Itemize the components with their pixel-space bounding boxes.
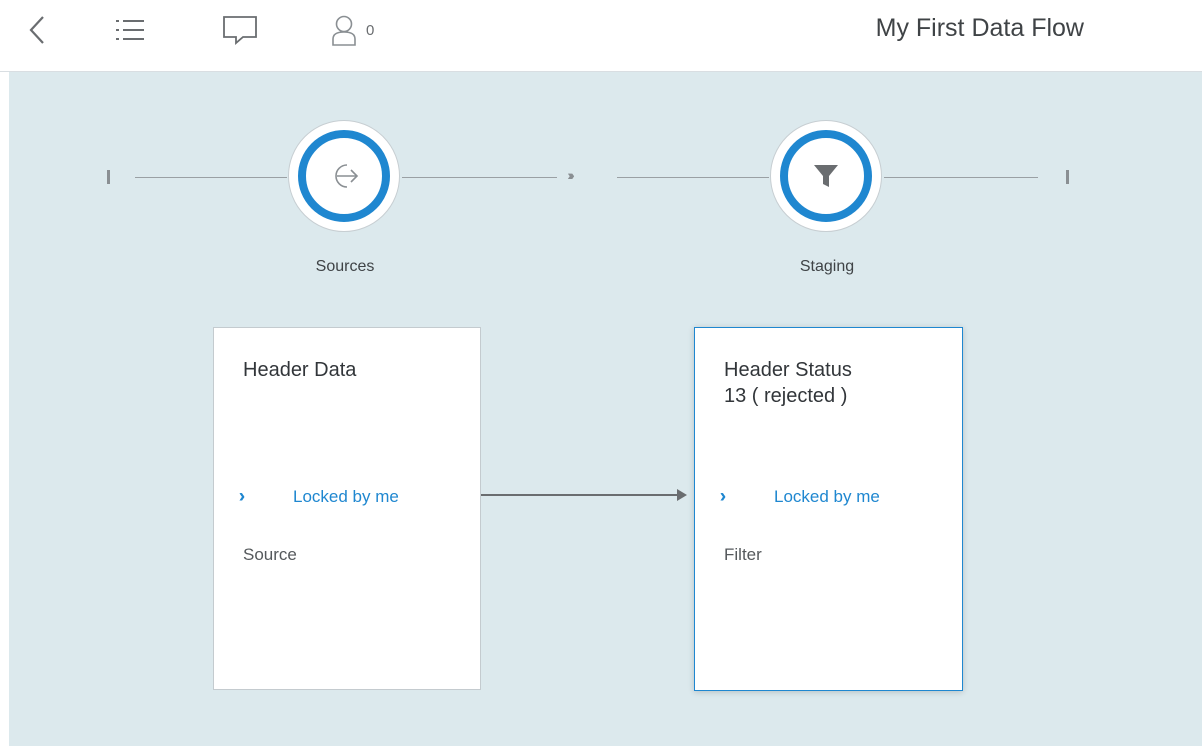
chevrons-icon: ››› [239,486,279,507]
stage-sources-button[interactable] [288,120,400,232]
users-count: 0 [366,21,375,39]
lock-status: ››› Locked by me [239,486,399,507]
card-type: Filter [724,545,762,564]
filter-icon [814,165,838,187]
app-window: 0 My First Data Flow ››› Sources Staging [0,0,1202,746]
list-button[interactable] [108,0,152,60]
flow-card-header-data[interactable]: Header Data ››› Locked by me Source [213,327,481,690]
start-marker [107,170,110,184]
connection-arrow [481,494,679,496]
users-button[interactable]: 0 [330,0,410,60]
end-marker [1066,170,1069,184]
exit-icon [335,164,359,188]
lock-status-label: Locked by me [293,486,399,506]
connector-line [402,177,557,178]
list-icon [116,20,144,40]
connector-line [617,177,769,178]
card-type: Source [243,545,297,564]
stage-staging-button[interactable] [770,120,882,232]
comments-button[interactable] [218,0,262,60]
header-bar: 0 My First Data Flow [0,0,1202,72]
back-button[interactable] [22,0,52,60]
chevrons-icon: ››› [720,486,760,507]
connector-line [135,177,287,178]
card-title: Header Status [724,359,852,381]
comment-icon [223,16,257,45]
arrowhead-icon [677,489,687,501]
user-icon [332,15,356,46]
card-title: Header Data [243,359,357,381]
card-subtitle: 13 ( rejected ) [724,385,848,407]
stage-label: Sources [315,258,375,275]
chevron-left-icon [29,16,44,44]
flow-canvas [9,72,1202,746]
page-title: My First Data Flow [875,14,1084,42]
lock-status-label: Locked by me [774,486,880,506]
stage-label: Staging [799,258,855,275]
connector-line [884,177,1038,178]
flow-card-header-status[interactable]: Header Status 13 ( rejected ) ››› Locked… [694,327,963,691]
lock-status: ››› Locked by me [720,486,880,507]
